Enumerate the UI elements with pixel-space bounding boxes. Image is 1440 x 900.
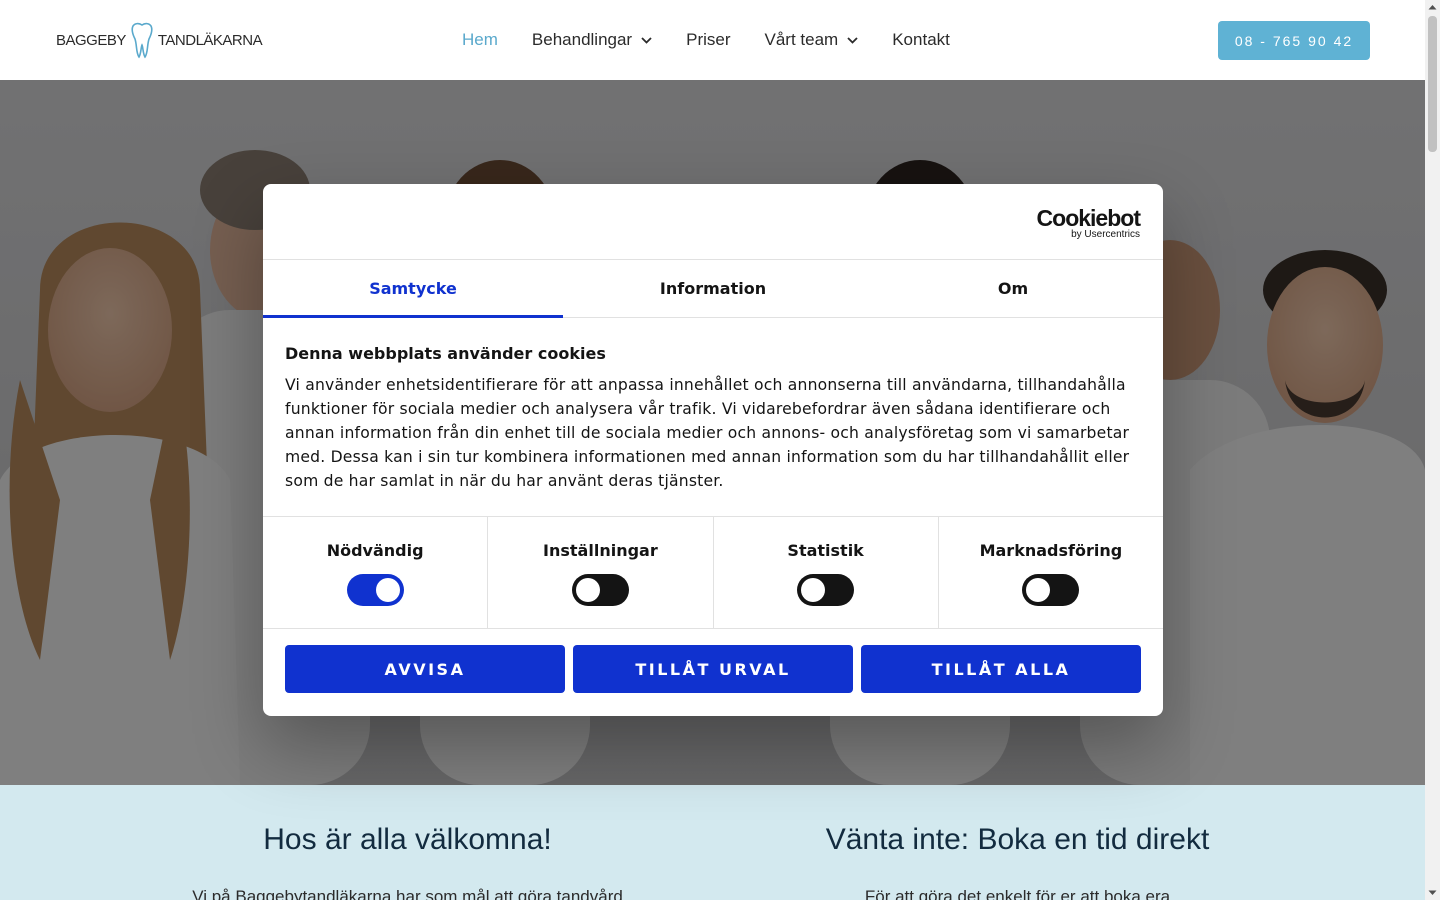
- dialog-title: Denna webbplats använder cookies: [285, 344, 606, 363]
- intro-section: Hos är alla välkomna! Vi på Baggebytandl…: [0, 785, 1425, 900]
- chevron-down-icon: [847, 36, 858, 44]
- cookiebot-logo: Cookiebot by Usercentrics: [1036, 205, 1141, 240]
- welcome-text: Vi på Baggebytandläkarna har som mål att…: [192, 887, 623, 900]
- nav-item-kontakt[interactable]: Kontakt: [892, 30, 950, 50]
- brand-name: Cookiebot: [1036, 205, 1141, 231]
- tab-om[interactable]: Om: [863, 260, 1163, 317]
- phone-button[interactable]: 08 - 765 90 42: [1218, 21, 1370, 60]
- page-scrollbar[interactable]: [1425, 0, 1440, 900]
- scroll-down-icon[interactable]: [1425, 885, 1440, 900]
- nav-item-priser[interactable]: Priser: [686, 30, 730, 50]
- allow-selection-button[interactable]: TILLÅT URVAL: [573, 645, 853, 693]
- toggle-cell-nodvandig: Nödvändig: [263, 517, 489, 628]
- dialog-tabs: Samtycke Information Om: [263, 260, 1163, 318]
- nav-label: Kontakt: [892, 30, 950, 49]
- booking-column: Vänta inte: Boka en tid direkt För att g…: [770, 823, 1265, 900]
- scroll-up-icon[interactable]: [1425, 0, 1440, 15]
- scroll-thumb[interactable]: [1428, 16, 1437, 152]
- nav-item-behandlingar[interactable]: Behandlingar: [532, 30, 652, 50]
- nav-item-vart-team[interactable]: Vårt team: [765, 30, 859, 50]
- toggle-knob: [575, 578, 600, 602]
- welcome-title: Hos är alla välkomna!: [263, 823, 552, 856]
- toggle-installningar[interactable]: [571, 574, 629, 606]
- toggle-statistik[interactable]: [797, 574, 855, 606]
- toggle-cell-installningar: Inställningar: [488, 517, 714, 628]
- booking-title: Vänta inte: Boka en tid direkt: [825, 823, 1210, 856]
- nav-label: Behandlingar: [531, 30, 633, 49]
- nav-item-hem[interactable]: Hem: [462, 30, 498, 50]
- toggle-nodvandig[interactable]: [346, 574, 404, 606]
- nav-label: Priser: [686, 30, 731, 49]
- toggle-knob: [375, 578, 400, 602]
- logo-text-right: TANDLÄKARNA: [157, 31, 263, 49]
- toggle-label: Statistik: [787, 541, 864, 560]
- toggle-knob: [1026, 578, 1051, 602]
- dialog-body: Denna webbplats använder cookies Vi anvä…: [263, 318, 1163, 516]
- reject-button[interactable]: AVVISA: [285, 645, 565, 693]
- site-logo[interactable]: BAGGEBY TANDLÄKARNA: [56, 20, 263, 60]
- toggle-label: Marknadsföring: [979, 541, 1123, 560]
- toggle-label: Nödvändig: [326, 541, 424, 560]
- cookie-consent-dialog: Cookiebot by Usercentrics Samtycke Infor…: [263, 184, 1163, 716]
- tab-information[interactable]: Information: [563, 260, 863, 317]
- dialog-buttons: AVVISA TILLÅT URVAL TILLÅT ALLA: [263, 629, 1163, 693]
- toggle-knob: [801, 578, 826, 602]
- allow-all-button[interactable]: TILLÅT ALLA: [861, 645, 1141, 693]
- dialog-header: Cookiebot by Usercentrics: [263, 184, 1163, 260]
- toggle-cell-marknadsforing: Marknadsföring: [939, 517, 1163, 628]
- booking-text: För att göra det enkelt för er att boka …: [864, 887, 1171, 900]
- dialog-text: Vi använder enhetsidentifierare för att …: [285, 376, 1130, 490]
- tooth-icon: [131, 22, 153, 59]
- nav-label: Hem: [462, 30, 498, 49]
- nav-label: Vårt team: [764, 30, 839, 49]
- tab-samtycke[interactable]: Samtycke: [263, 260, 563, 318]
- toggle-cell-statistik: Statistik: [714, 517, 939, 628]
- main-nav: Hem Behandlingar Priser Vårt team Kontak…: [462, 0, 984, 80]
- site-header: BAGGEBY TANDLÄKARNA Hem Behandlingar Pri…: [0, 0, 1425, 80]
- chevron-down-icon: [641, 36, 652, 44]
- welcome-column: Hos är alla välkomna! Vi på Baggebytandl…: [160, 823, 655, 900]
- toggle-label: Inställningar: [543, 541, 658, 560]
- toggle-marknadsforing[interactable]: [1022, 574, 1080, 606]
- consent-toggles: Nödvändig Inställningar Statistik Markna…: [263, 516, 1163, 629]
- logo-text-left: BAGGEBY: [56, 31, 126, 49]
- brand-sub: by Usercentrics: [1071, 229, 1140, 240]
